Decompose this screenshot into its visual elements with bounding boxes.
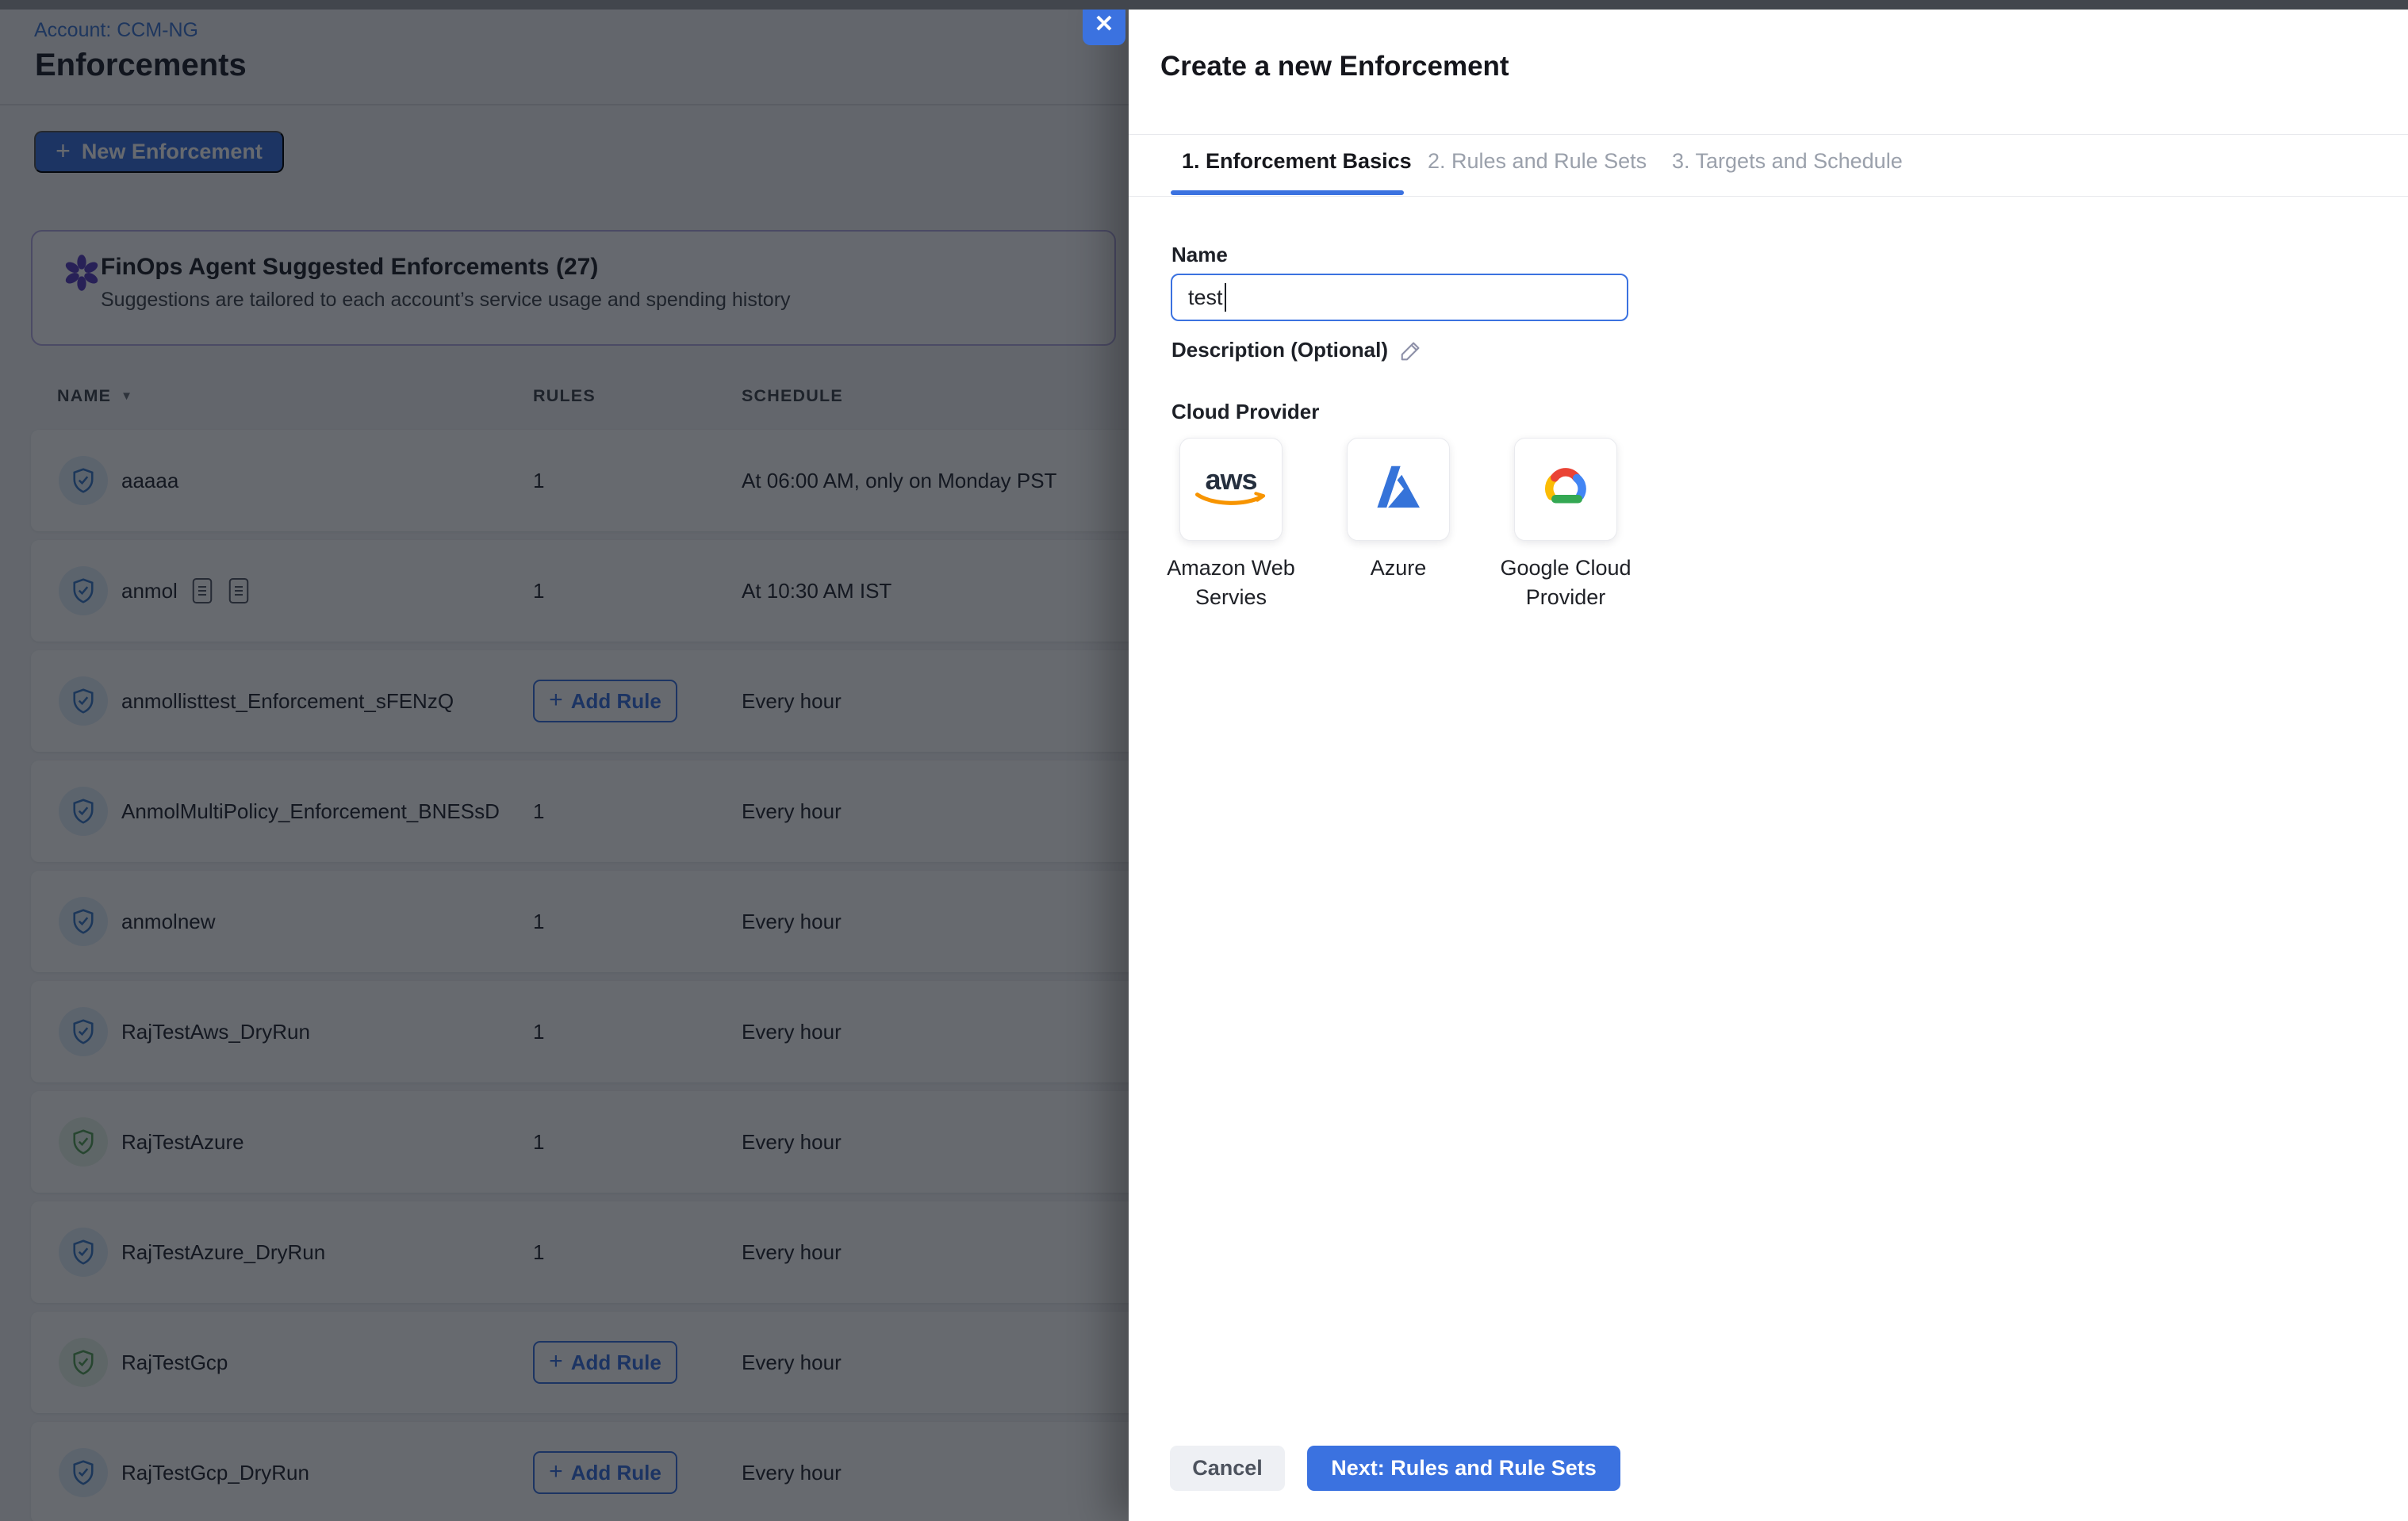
cloud-provider-options: aws Amazon Web Servies Azure — [1179, 438, 1617, 612]
name-label: Name — [1171, 243, 1228, 267]
active-tab-underline — [1171, 190, 1404, 195]
next-button[interactable]: Next: Rules and Rule Sets — [1307, 1446, 1620, 1491]
name-input[interactable]: test — [1171, 274, 1628, 321]
provider-label-aws: Amazon Web Servies — [1140, 554, 1322, 612]
provider-option-aws[interactable]: aws Amazon Web Servies — [1179, 438, 1283, 612]
description-label: Description (Optional) — [1171, 338, 1388, 362]
name-input-value: test — [1188, 285, 1223, 310]
azure-logo — [1371, 465, 1425, 515]
drawer-title: Create a new Enforcement — [1160, 51, 1509, 82]
provider-label-gcp: Google Cloud Provider — [1474, 554, 1657, 612]
aws-card[interactable]: aws — [1179, 438, 1283, 541]
cloud-provider-label: Cloud Provider — [1171, 400, 1319, 424]
provider-option-gcp[interactable]: Google Cloud Provider — [1514, 438, 1617, 612]
gcp-card[interactable] — [1514, 438, 1617, 541]
tab-enforcement-basics[interactable]: 1. Enforcement Basics — [1182, 149, 1412, 174]
provider-label-azure: Azure — [1307, 554, 1490, 583]
top-strip — [0, 0, 2408, 10]
pencil-icon[interactable] — [1399, 339, 1423, 362]
drawer-divider-top — [1129, 134, 2408, 135]
tab-targets-and-schedule[interactable]: 3. Targets and Schedule — [1672, 149, 1903, 174]
cancel-button[interactable]: Cancel — [1170, 1446, 1285, 1491]
text-cursor — [1225, 283, 1227, 312]
drawer-divider-tabs — [1129, 196, 2408, 197]
tab-rules-and-rule-sets[interactable]: 2. Rules and Rule Sets — [1428, 149, 1647, 174]
create-enforcement-drawer: ✕ Create a new Enforcement 1. Enforcemen… — [1129, 0, 2408, 1521]
gcp-logo — [1537, 459, 1594, 520]
provider-option-azure[interactable]: Azure — [1347, 438, 1450, 612]
close-icon: ✕ — [1094, 10, 1114, 38]
azure-card[interactable] — [1347, 438, 1450, 541]
aws-logo: aws — [1193, 468, 1269, 511]
